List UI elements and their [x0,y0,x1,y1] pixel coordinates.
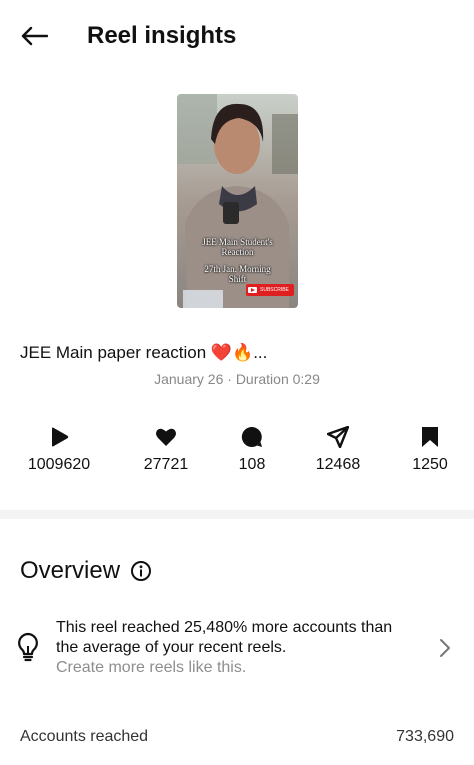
page-title: Reel insights [87,22,237,49]
stat-saves: 1250 [380,424,474,475]
overview-heading: Overview [20,556,152,586]
bookmark-icon [422,427,438,447]
subscribe-label: SUBSCRIBE [260,287,289,293]
insight-text: This reel reached 25,480% more accounts … [56,619,393,656]
stat-shares: 12468 [288,424,388,475]
info-icon[interactable] [130,560,152,582]
thumbnail-caption-line: 27th Jan. Morning [204,264,271,274]
reel-meta: January 26 · Duration 0:29 [154,371,320,387]
back-button[interactable] [14,20,54,52]
stat-comments: 108 [202,424,302,475]
subscribe-badge: SUBSCRIBE [246,284,294,296]
reel-thumbnail[interactable]: JEE Main Student's Reaction 27th Jan. Mo… [177,94,298,308]
thumbnail-caption-line: JEE Main Student's [202,237,273,247]
header: Reel insights [0,0,474,70]
arrow-left-icon [21,26,48,46]
share-icon [327,426,349,448]
overview-title: Overview [20,557,121,584]
heart-icon [155,428,177,446]
accounts-reached-value: 733,690 [396,728,454,745]
stat-value: 108 [238,456,266,473]
section-divider [0,510,474,519]
stat-value: 27721 [143,456,189,473]
accounts-reached-label: Accounts reached [20,728,149,745]
play-icon [52,427,69,447]
thumbnail-caption-line: Shift [228,274,247,284]
thumbnail-caption-line: Reaction [221,247,254,257]
insight-card[interactable]: This reel reached 25,480% more accounts … [0,612,474,682]
stat-value: 1250 [412,456,448,473]
stat-value: 1009620 [27,456,91,473]
stat-value: 12468 [315,456,361,473]
reel-title: JEE Main paper reaction ❤️🔥... [20,343,268,362]
youtube-icon [248,287,257,293]
stat-likes: 27721 [116,424,216,475]
insight-link[interactable]: Create more reels like this. [56,659,246,676]
stat-plays: 1009620 [9,424,109,475]
chevron-right-icon [440,639,450,657]
stats-row: 1009620 27721 108 12468 1250 [0,424,474,484]
lightbulb-icon [18,632,38,662]
comment-icon [241,426,262,447]
